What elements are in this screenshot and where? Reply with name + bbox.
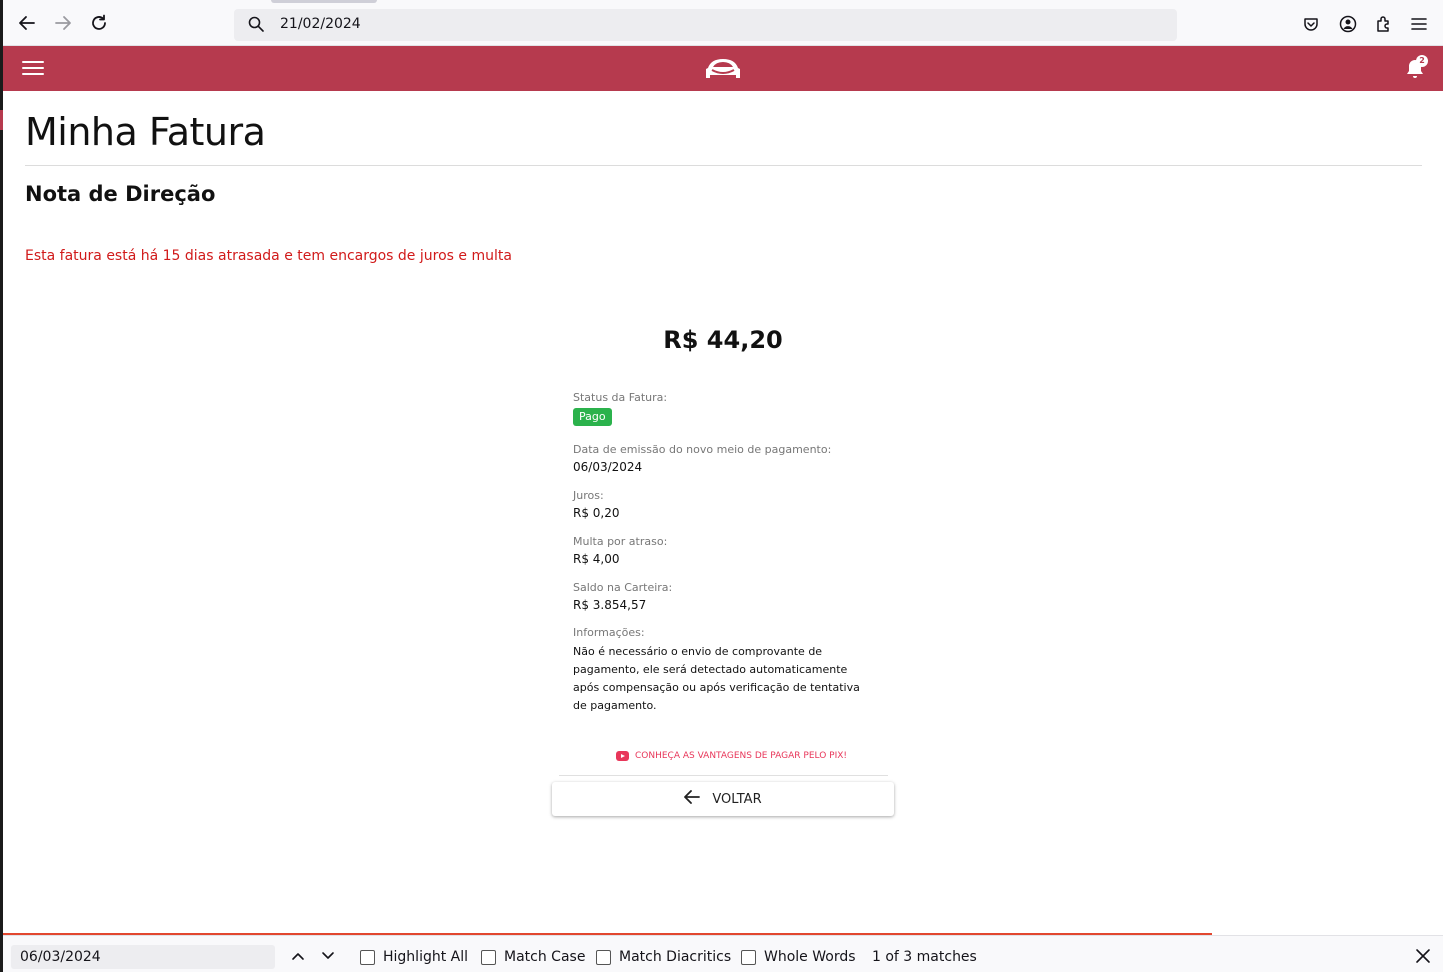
whole-words-label: Whole Words (764, 949, 856, 965)
address-text[interactable]: 21/02/2024 (280, 16, 361, 32)
find-next-icon[interactable] (320, 948, 336, 964)
address-bar[interactable]: 21/02/2024 (234, 9, 1177, 41)
car-logo-icon[interactable] (703, 56, 743, 82)
find-previous-icon[interactable] (290, 948, 306, 964)
invoice-name: Nota de Direção (25, 182, 216, 206)
window-edge (0, 0, 3, 972)
emission-date-value: 06/03/2024 (573, 460, 643, 474)
checkbox-box[interactable] (481, 949, 496, 965)
forward-arrow-icon[interactable] (50, 10, 76, 36)
interest-label: Juros: (573, 489, 604, 502)
info-text: Não é necessário o envio de comprovante … (573, 645, 860, 712)
pix-advantages-link[interactable]: CONHEÇA AS VANTAGENS DE PAGAR PELO PIX! (616, 751, 847, 761)
youtube-play-icon (616, 751, 629, 761)
find-input[interactable]: 06/03/2024 (11, 945, 275, 969)
browser-toolbar: 21/02/2024 (3, 0, 1443, 46)
find-bar: 06/03/2024 Highlight All Match Case Matc… (3, 935, 1443, 972)
app-header: 2 (3, 46, 1443, 91)
hamburger-menu-icon[interactable] (22, 58, 44, 78)
match-count: 1 of 3 matches (872, 949, 977, 965)
status-badge: Pago (573, 408, 612, 426)
window-edge-accent (0, 110, 3, 130)
checkbox-box[interactable] (596, 949, 611, 965)
back-button-label: VOLTAR (712, 791, 762, 807)
back-button[interactable]: VOLTAR (552, 782, 894, 816)
fine-label: Multa por atraso: (573, 535, 668, 548)
arrow-left-icon (684, 790, 701, 808)
divider (559, 775, 888, 776)
extensions-icon[interactable] (1373, 13, 1395, 35)
checkbox-box[interactable] (741, 949, 756, 965)
overdue-warning: Esta fatura está há 15 dias atrasada e t… (25, 248, 512, 264)
status-label: Status da Fatura: (573, 391, 668, 404)
whole-words-checkbox[interactable]: Whole Words (741, 949, 856, 965)
page-title: Minha Fatura (25, 110, 266, 154)
highlight-all-label: Highlight All (383, 949, 469, 965)
match-diacritics-checkbox[interactable]: Match Diacritics (596, 949, 731, 965)
fine-value: R$ 4,00 (573, 552, 620, 566)
highlight-all-checkbox[interactable]: Highlight All (360, 949, 468, 965)
checkbox-box[interactable] (360, 949, 375, 965)
search-icon (248, 16, 264, 36)
interest-value: R$ 0,20 (573, 506, 620, 520)
notification-count-badge: 2 (1416, 55, 1428, 67)
close-icon[interactable] (1415, 948, 1431, 964)
emission-date-label: Data de emissão do novo meio de pagament… (573, 443, 832, 456)
title-divider (25, 165, 1422, 166)
pocket-icon[interactable] (1300, 13, 1322, 35)
info-label: Informações: (573, 626, 645, 639)
back-arrow-icon[interactable] (14, 10, 40, 36)
invoice-amount: R$ 44,20 (663, 326, 783, 354)
match-diacritics-label: Match Diacritics (619, 949, 732, 965)
app-menu-icon[interactable] (1408, 13, 1430, 35)
match-case-checkbox[interactable]: Match Case (481, 949, 585, 965)
tab-indicator (271, 0, 377, 3)
account-icon[interactable] (1337, 13, 1359, 35)
wallet-balance-label: Saldo na Carteira: (573, 581, 673, 594)
wallet-balance-value: R$ 3.854,57 (573, 598, 647, 612)
reload-icon[interactable] (86, 10, 112, 36)
match-case-label: Match Case (504, 949, 586, 965)
pix-link-label: CONHEÇA AS VANTAGENS DE PAGAR PELO PIX! (635, 751, 848, 761)
